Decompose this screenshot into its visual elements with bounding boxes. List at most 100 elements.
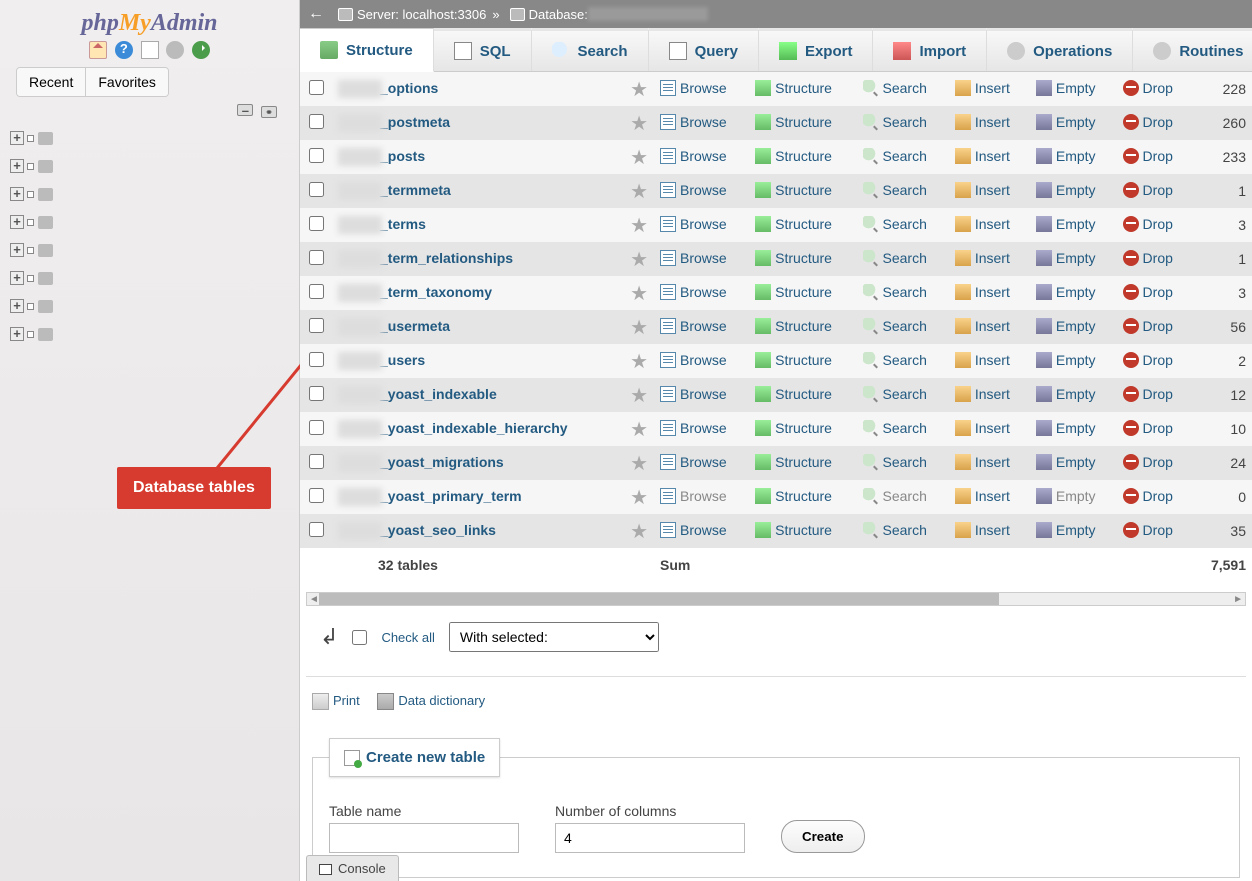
table-empty-link[interactable]: Empty bbox=[1036, 454, 1096, 470]
tree-node[interactable]: + bbox=[10, 208, 299, 236]
nav-collapse-icon[interactable]: ← bbox=[308, 5, 324, 23]
table-name-link[interactable]: _term_relationships bbox=[332, 242, 624, 276]
table-search-link[interactable]: Search bbox=[863, 386, 927, 402]
row-checkbox[interactable] bbox=[309, 454, 324, 469]
row-checkbox[interactable] bbox=[309, 386, 324, 401]
table-drop-link[interactable]: Drop bbox=[1123, 352, 1173, 368]
table-insert-link[interactable]: Insert bbox=[955, 454, 1010, 470]
table-structure-link[interactable]: Structure bbox=[755, 386, 832, 402]
table-name-link[interactable]: _yoast_primary_term bbox=[332, 480, 624, 514]
table-name-link[interactable]: _yoast_indexable bbox=[332, 378, 624, 412]
tree-node[interactable]: + bbox=[10, 320, 299, 348]
table-browse-link[interactable]: Browse bbox=[660, 318, 727, 334]
link-icon[interactable]: ⚭ bbox=[261, 106, 277, 118]
table-drop-link[interactable]: Drop bbox=[1123, 522, 1173, 538]
tab-query[interactable]: Query bbox=[649, 28, 759, 71]
favorite-star-icon[interactable]: ★ bbox=[630, 351, 648, 373]
table-structure-link[interactable]: Structure bbox=[755, 216, 832, 232]
table-name-link[interactable]: _postmeta bbox=[332, 106, 624, 140]
table-structure-link[interactable]: Structure bbox=[755, 352, 832, 368]
favorite-star-icon[interactable]: ★ bbox=[630, 283, 648, 305]
table-empty-link[interactable]: Empty bbox=[1036, 420, 1096, 436]
table-search-link[interactable]: Search bbox=[863, 182, 927, 198]
table-name-link[interactable]: _users bbox=[332, 344, 624, 378]
table-name-link[interactable]: _termmeta bbox=[332, 174, 624, 208]
print-link[interactable]: Print bbox=[312, 693, 360, 708]
table-search-link[interactable]: Search bbox=[863, 488, 927, 504]
table-search-link[interactable]: Search bbox=[863, 114, 927, 130]
check-all-checkbox[interactable] bbox=[352, 630, 367, 645]
table-name-link[interactable]: _yoast_seo_links bbox=[332, 514, 624, 548]
table-drop-link[interactable]: Drop bbox=[1123, 114, 1173, 130]
tree-node[interactable]: + bbox=[10, 152, 299, 180]
home-icon[interactable] bbox=[89, 41, 107, 59]
table-empty-link[interactable]: Empty bbox=[1036, 386, 1096, 402]
table-browse-link[interactable]: Browse bbox=[660, 216, 727, 232]
help-icon[interactable]: ? bbox=[115, 41, 133, 59]
with-selected-dropdown[interactable]: With selected: bbox=[449, 622, 659, 652]
recent-tab[interactable]: Recent bbox=[17, 68, 85, 96]
row-checkbox[interactable] bbox=[309, 318, 324, 333]
favorite-star-icon[interactable]: ★ bbox=[630, 215, 648, 237]
table-drop-link[interactable]: Drop bbox=[1123, 148, 1173, 164]
table-drop-link[interactable]: Drop bbox=[1123, 80, 1173, 96]
table-drop-link[interactable]: Drop bbox=[1123, 216, 1173, 232]
table-drop-link[interactable]: Drop bbox=[1123, 488, 1173, 504]
table-name-link[interactable]: _yoast_migrations bbox=[332, 446, 624, 480]
favorite-star-icon[interactable]: ★ bbox=[630, 147, 648, 169]
table-search-link[interactable]: Search bbox=[863, 148, 927, 164]
settings-icon[interactable] bbox=[166, 41, 184, 59]
table-structure-link[interactable]: Structure bbox=[755, 114, 832, 130]
table-insert-link[interactable]: Insert bbox=[955, 488, 1010, 504]
favorite-star-icon[interactable]: ★ bbox=[630, 419, 648, 441]
table-insert-link[interactable]: Insert bbox=[955, 216, 1010, 232]
check-all-label[interactable]: Check all bbox=[381, 630, 434, 645]
table-insert-link[interactable]: Insert bbox=[955, 522, 1010, 538]
row-checkbox[interactable] bbox=[309, 114, 324, 129]
collapse-all-icon[interactable]: – bbox=[237, 104, 253, 116]
favorite-star-icon[interactable]: ★ bbox=[630, 181, 648, 203]
table-drop-link[interactable]: Drop bbox=[1123, 284, 1173, 300]
table-structure-link[interactable]: Structure bbox=[755, 488, 832, 504]
data-dictionary-link[interactable]: Data dictionary bbox=[377, 693, 485, 708]
table-empty-link[interactable]: Empty bbox=[1036, 148, 1096, 164]
table-search-link[interactable]: Search bbox=[863, 522, 927, 538]
table-name-link[interactable]: _usermeta bbox=[332, 310, 624, 344]
favorite-star-icon[interactable]: ★ bbox=[630, 317, 648, 339]
tab-export[interactable]: Export bbox=[759, 28, 874, 71]
table-search-link[interactable]: Search bbox=[863, 352, 927, 368]
row-checkbox[interactable] bbox=[309, 522, 324, 537]
table-empty-link[interactable]: Empty bbox=[1036, 182, 1096, 198]
tree-node[interactable]: + bbox=[10, 180, 299, 208]
table-search-link[interactable]: Search bbox=[863, 420, 927, 436]
table-browse-link[interactable]: Browse bbox=[660, 148, 727, 164]
table-insert-link[interactable]: Insert bbox=[955, 114, 1010, 130]
table-empty-link[interactable]: Empty bbox=[1036, 114, 1096, 130]
breadcrumb-database[interactable]: Database: bbox=[529, 7, 588, 22]
row-checkbox[interactable] bbox=[309, 488, 324, 503]
table-search-link[interactable]: Search bbox=[863, 454, 927, 470]
table-browse-link[interactable]: Browse bbox=[660, 250, 727, 266]
tree-node[interactable]: + bbox=[10, 292, 299, 320]
table-empty-link[interactable]: Empty bbox=[1036, 352, 1096, 368]
row-checkbox[interactable] bbox=[309, 148, 324, 163]
table-empty-link[interactable]: Empty bbox=[1036, 488, 1096, 504]
favorite-star-icon[interactable]: ★ bbox=[630, 249, 648, 271]
table-browse-link[interactable]: Browse bbox=[660, 420, 727, 436]
table-browse-link[interactable]: Browse bbox=[660, 114, 727, 130]
table-structure-link[interactable]: Structure bbox=[755, 250, 832, 266]
table-browse-link[interactable]: Browse bbox=[660, 488, 727, 504]
table-insert-link[interactable]: Insert bbox=[955, 318, 1010, 334]
docs-icon[interactable] bbox=[141, 41, 159, 59]
tab-search[interactable]: Search bbox=[532, 28, 649, 71]
favorite-star-icon[interactable]: ★ bbox=[630, 487, 648, 509]
table-search-link[interactable]: Search bbox=[863, 318, 927, 334]
table-browse-link[interactable]: Browse bbox=[660, 182, 727, 198]
table-insert-link[interactable]: Insert bbox=[955, 148, 1010, 164]
table-structure-link[interactable]: Structure bbox=[755, 182, 832, 198]
table-insert-link[interactable]: Insert bbox=[955, 386, 1010, 402]
table-search-link[interactable]: Search bbox=[863, 80, 927, 96]
table-structure-link[interactable]: Structure bbox=[755, 80, 832, 96]
tab-sql[interactable]: SQL bbox=[434, 28, 532, 71]
table-empty-link[interactable]: Empty bbox=[1036, 216, 1096, 232]
